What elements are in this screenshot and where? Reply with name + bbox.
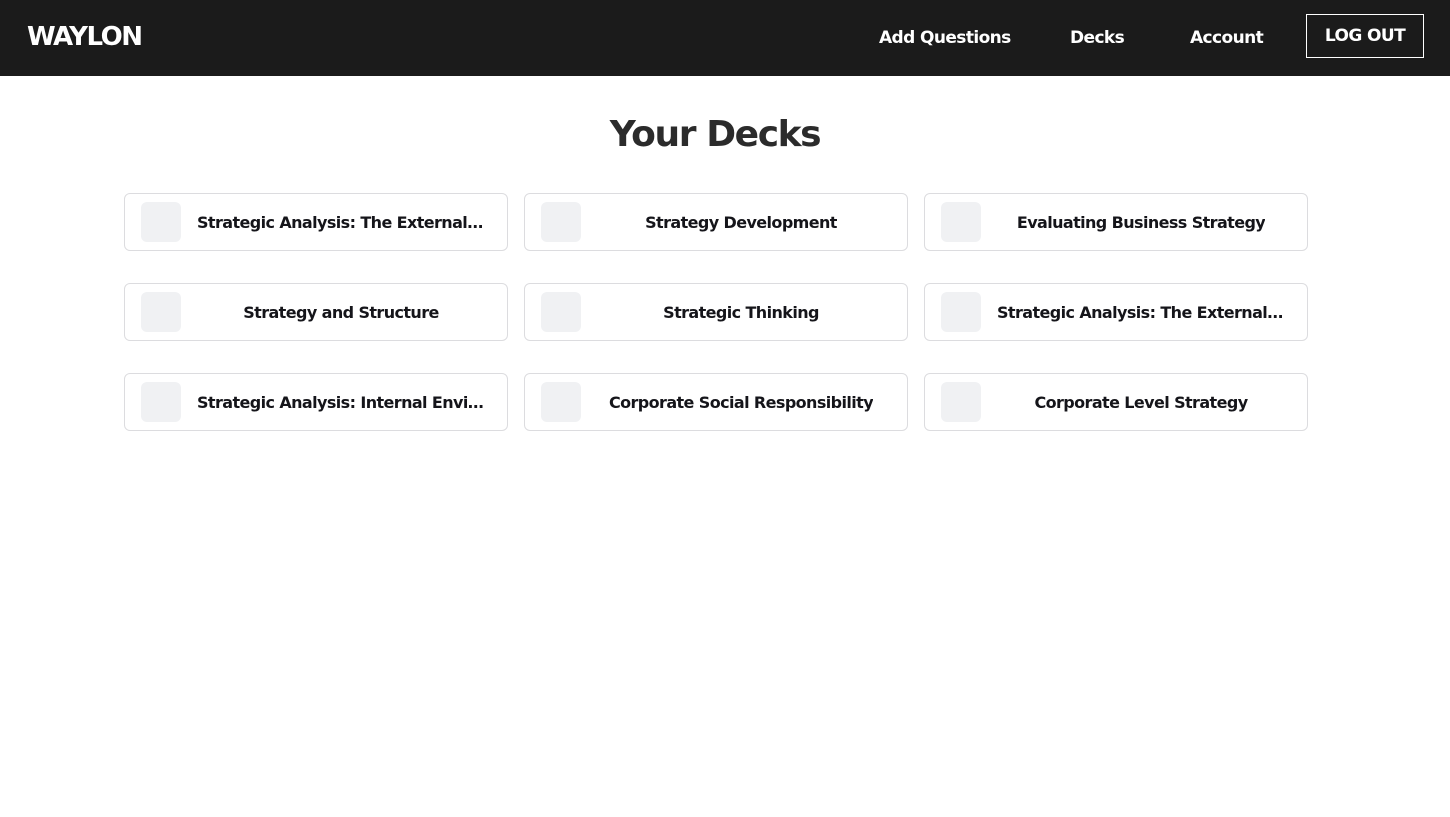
deck-card[interactable]: Strategy Development [524,193,908,251]
deck-title: Corporate Level Strategy [1034,392,1248,412]
deck-title: Strategic Analysis: Internal Envir… [197,392,485,412]
nav-account[interactable]: Account [1190,26,1264,50]
deck-title: Strategy Development [645,212,837,232]
logout-button[interactable]: LOG OUT [1306,14,1424,58]
deck-card[interactable]: Strategic Analysis: The External … [924,283,1308,341]
deck-grid: Strategic Analysis: The External … Strat… [124,193,1308,431]
deck-thumbnail [941,202,981,242]
nav-add-questions[interactable]: Add Questions [879,26,1011,50]
deck-card[interactable]: Strategic Analysis: Internal Envir… [124,373,508,431]
waylon-logo[interactable]: WAYLON [27,19,143,55]
page-title: Your Decks [609,114,822,155]
deck-thumbnail [941,382,981,422]
deck-card[interactable]: Strategic Thinking [524,283,908,341]
deck-card[interactable]: Evaluating Business Strategy [924,193,1308,251]
deck-card[interactable]: Corporate Level Strategy [924,373,1308,431]
deck-thumbnail [141,382,181,422]
deck-thumbnail [541,202,581,242]
deck-thumbnail [541,382,581,422]
deck-title: Strategic Analysis: The External … [997,302,1285,322]
top-navbar: WAYLON Add Questions Decks Account LOG O… [0,0,1450,76]
deck-title: Strategy and Structure [243,302,439,322]
deck-title: Corporate Social Responsibility [608,392,874,412]
deck-thumbnail [941,292,981,332]
deck-card[interactable]: Corporate Social Responsibility [524,373,908,431]
deck-card[interactable]: Strategy and Structure [124,283,508,341]
deck-thumbnail [541,292,581,332]
nav-decks[interactable]: Decks [1070,26,1125,50]
deck-title: Strategic Thinking [663,302,819,322]
deck-title: Evaluating Business Strategy [1016,212,1266,232]
deck-thumbnail [141,292,181,332]
deck-card[interactable]: Strategic Analysis: The External … [124,193,508,251]
deck-thumbnail [141,202,181,242]
deck-title: Strategic Analysis: The External … [197,212,485,232]
